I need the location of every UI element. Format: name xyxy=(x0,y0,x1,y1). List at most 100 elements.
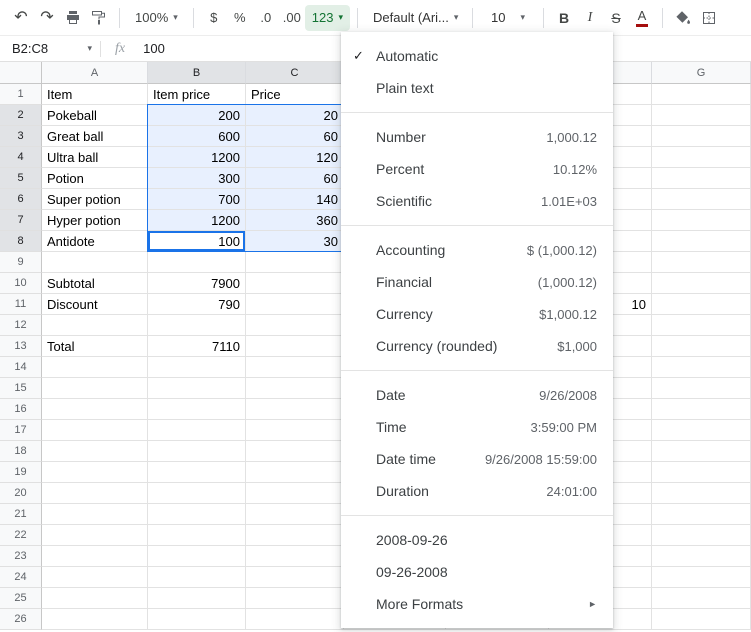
row-header-9[interactable]: 9 xyxy=(0,252,42,273)
cell-G1[interactable] xyxy=(652,84,751,105)
cell-A4[interactable]: Ultra ball xyxy=(42,147,148,168)
cell-A6[interactable]: Super potion xyxy=(42,189,148,210)
cell-B12[interactable] xyxy=(148,315,246,336)
menu-item-date[interactable]: Date9/26/2008 xyxy=(341,379,613,411)
cell-A15[interactable] xyxy=(42,378,148,399)
menu-item-currency-rounded[interactable]: Currency (rounded)$1,000 xyxy=(341,330,613,362)
row-header-21[interactable]: 21 xyxy=(0,504,42,525)
cell-B13[interactable]: 7110 xyxy=(148,336,246,357)
cell-G16[interactable] xyxy=(652,399,751,420)
print-button[interactable] xyxy=(60,5,86,31)
cell-B24[interactable] xyxy=(148,567,246,588)
cell-G9[interactable] xyxy=(652,252,751,273)
cell-C2[interactable]: 20 xyxy=(246,105,344,126)
cell-G21[interactable] xyxy=(652,504,751,525)
cell-A14[interactable] xyxy=(42,357,148,378)
increase-decimal-button[interactable]: .00 xyxy=(279,5,305,31)
cell-G8[interactable] xyxy=(652,231,751,252)
row-header-22[interactable]: 22 xyxy=(0,525,42,546)
row-header-19[interactable]: 19 xyxy=(0,462,42,483)
row-header-16[interactable]: 16 xyxy=(0,399,42,420)
cell-C25[interactable] xyxy=(246,588,344,609)
cell-C13[interactable] xyxy=(246,336,344,357)
zoom-select[interactable]: 100% ▾ xyxy=(127,5,186,31)
paint-format-button[interactable] xyxy=(86,5,112,31)
cell-A8[interactable]: Antidote xyxy=(42,231,148,252)
menu-item-financial[interactable]: Financial(1,000.12) xyxy=(341,266,613,298)
cell-B4[interactable]: 1200 xyxy=(148,147,246,168)
column-header-a[interactable]: A xyxy=(42,62,148,84)
cell-G24[interactable] xyxy=(652,567,751,588)
cell-A2[interactable]: Pokeball xyxy=(42,105,148,126)
cell-C14[interactable] xyxy=(246,357,344,378)
font-size-select[interactable]: 10 ▾ xyxy=(480,5,536,31)
row-header-14[interactable]: 14 xyxy=(0,357,42,378)
cell-C6[interactable]: 140 xyxy=(246,189,344,210)
cell-A12[interactable] xyxy=(42,315,148,336)
cell-G19[interactable] xyxy=(652,462,751,483)
text-color-button[interactable]: A xyxy=(629,5,655,31)
row-header-25[interactable]: 25 xyxy=(0,588,42,609)
row-header-11[interactable]: 11 xyxy=(0,294,42,315)
cell-A24[interactable] xyxy=(42,567,148,588)
redo-button[interactable]: ↷ xyxy=(34,5,60,31)
cell-C4[interactable]: 120 xyxy=(246,147,344,168)
cell-B9[interactable] xyxy=(148,252,246,273)
cell-G2[interactable] xyxy=(652,105,751,126)
row-header-6[interactable]: 6 xyxy=(0,189,42,210)
cell-G22[interactable] xyxy=(652,525,751,546)
cell-C24[interactable] xyxy=(246,567,344,588)
format-percent-button[interactable]: % xyxy=(227,5,253,31)
decrease-decimal-button[interactable]: .0 xyxy=(253,5,279,31)
cell-G26[interactable] xyxy=(652,609,751,630)
cell-B17[interactable] xyxy=(148,420,246,441)
cell-B1[interactable]: Item price xyxy=(148,84,246,105)
cell-A9[interactable] xyxy=(42,252,148,273)
row-header-12[interactable]: 12 xyxy=(0,315,42,336)
cell-C12[interactable] xyxy=(246,315,344,336)
menu-item-automatic[interactable]: ✓Automatic xyxy=(341,40,613,72)
cell-C16[interactable] xyxy=(246,399,344,420)
cell-B18[interactable] xyxy=(148,441,246,462)
cell-G11[interactable] xyxy=(652,294,751,315)
name-box[interactable]: B2:C8 ▾ xyxy=(0,36,100,61)
row-header-8[interactable]: 8 xyxy=(0,231,42,252)
cell-A1[interactable]: Item xyxy=(42,84,148,105)
row-header-18[interactable]: 18 xyxy=(0,441,42,462)
cell-C3[interactable]: 60 xyxy=(246,126,344,147)
cell-G25[interactable] xyxy=(652,588,751,609)
cell-G5[interactable] xyxy=(652,168,751,189)
cell-B16[interactable] xyxy=(148,399,246,420)
cell-A20[interactable] xyxy=(42,483,148,504)
menu-item-2008-09-26[interactable]: 2008-09-26 xyxy=(341,524,613,556)
cell-B8[interactable]: 100 xyxy=(148,231,246,252)
column-header-g[interactable]: G xyxy=(652,62,751,84)
cell-A13[interactable]: Total xyxy=(42,336,148,357)
row-header-24[interactable]: 24 xyxy=(0,567,42,588)
cell-C8[interactable]: 30 xyxy=(246,231,344,252)
cell-A18[interactable] xyxy=(42,441,148,462)
cell-C10[interactable] xyxy=(246,273,344,294)
cell-A3[interactable]: Great ball xyxy=(42,126,148,147)
menu-item-number[interactable]: Number1,000.12 xyxy=(341,121,613,153)
cell-B26[interactable] xyxy=(148,609,246,630)
cell-B5[interactable]: 300 xyxy=(148,168,246,189)
menu-item-more-formats[interactable]: More Formats► xyxy=(341,588,613,620)
cell-B23[interactable] xyxy=(148,546,246,567)
row-header-20[interactable]: 20 xyxy=(0,483,42,504)
cell-B11[interactable]: 790 xyxy=(148,294,246,315)
cell-B3[interactable]: 600 xyxy=(148,126,246,147)
menu-item-duration[interactable]: Duration24:01:00 xyxy=(341,475,613,507)
cell-B10[interactable]: 7900 xyxy=(148,273,246,294)
cell-A23[interactable] xyxy=(42,546,148,567)
cell-B21[interactable] xyxy=(148,504,246,525)
cell-A25[interactable] xyxy=(42,588,148,609)
cell-A26[interactable] xyxy=(42,609,148,630)
cell-B20[interactable] xyxy=(148,483,246,504)
cell-C18[interactable] xyxy=(246,441,344,462)
row-header-2[interactable]: 2 xyxy=(0,105,42,126)
cell-C7[interactable]: 360 xyxy=(246,210,344,231)
row-header-23[interactable]: 23 xyxy=(0,546,42,567)
menu-item-currency[interactable]: Currency$1,000.12 xyxy=(341,298,613,330)
cell-B22[interactable] xyxy=(148,525,246,546)
